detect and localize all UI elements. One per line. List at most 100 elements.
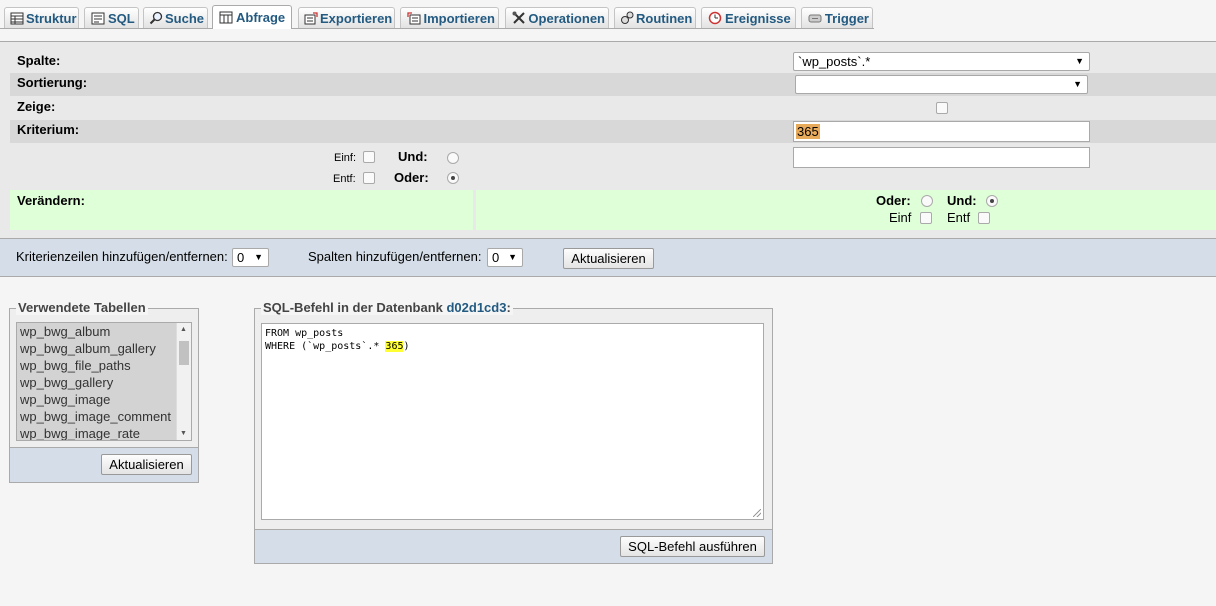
einf-checkbox[interactable] bbox=[363, 151, 375, 163]
tab-importieren[interactable]: Importieren bbox=[400, 7, 499, 28]
tab-label: SQL bbox=[108, 10, 135, 26]
spalte-select-value: `wp_posts`.* bbox=[798, 54, 871, 69]
sql-highlighted-value: 365 bbox=[385, 341, 404, 352]
list-item[interactable]: wp_bwg_image_rate bbox=[17, 425, 191, 440]
tab-routinen[interactable]: Routinen bbox=[614, 7, 696, 28]
tab-ereignisse[interactable]: Ereignisse bbox=[701, 7, 796, 28]
oder-radio[interactable] bbox=[447, 172, 459, 184]
spalte-select[interactable]: `wp_posts`.* ▼ bbox=[793, 52, 1090, 71]
list-item[interactable]: wp_bwg_image bbox=[17, 391, 191, 408]
columns-value: 0 bbox=[492, 250, 500, 265]
used-tables-footer: Aktualisieren bbox=[10, 447, 198, 482]
list-item[interactable]: wp_bwg_image_comment bbox=[17, 408, 191, 425]
resize-grip-icon[interactable] bbox=[753, 509, 761, 517]
criteria-rows-label: Kriterienzeilen hinzufügen/entfernen: bbox=[16, 249, 228, 264]
kriterium-input[interactable]: 365 bbox=[793, 121, 1090, 142]
col-entf-checkbox[interactable] bbox=[978, 212, 990, 224]
spalte-label: Spalte: bbox=[17, 53, 61, 68]
query-by-example-form: Spalte: `wp_posts`.* ▼ Sortierung: ▼ Zei… bbox=[0, 41, 1216, 277]
kriterium-label: Kriterium: bbox=[17, 122, 80, 137]
spalte-row: Spalte: `wp_posts`.* ▼ bbox=[10, 50, 1216, 73]
sql-line-prefix: WHERE (`wp_posts`.* bbox=[265, 341, 386, 352]
chevron-down-icon: ▼ bbox=[1075, 56, 1084, 66]
tab-label: Exportieren bbox=[320, 10, 393, 26]
tab-exportieren[interactable]: Exportieren bbox=[298, 7, 395, 28]
query-form-footer: Kriterienzeilen hinzufügen/entfernen: 0 … bbox=[0, 238, 1216, 276]
database-link[interactable]: d02d1cd3 bbox=[446, 300, 506, 315]
tab-suche[interactable]: Suche bbox=[143, 7, 208, 28]
import-icon bbox=[406, 11, 421, 25]
und-label: Und: bbox=[398, 149, 428, 164]
list-item[interactable]: wp_bwg_album bbox=[17, 323, 191, 340]
export-icon bbox=[304, 11, 318, 25]
trigger-icon bbox=[807, 11, 823, 25]
criteria-rows-select[interactable]: 0 ▼ bbox=[232, 248, 269, 267]
kriterium-second-input[interactable] bbox=[793, 147, 1090, 168]
veraendern-row: Verändern: Oder: Und: Einf Entf bbox=[10, 190, 1216, 230]
columns-select[interactable]: 0 ▼ bbox=[487, 248, 523, 267]
execute-sql-button[interactable]: SQL-Befehl ausführen bbox=[620, 536, 765, 557]
entf-checkbox[interactable] bbox=[363, 172, 375, 184]
tab-label: Struktur bbox=[26, 10, 77, 26]
chevron-down-icon: ▼ bbox=[508, 252, 517, 262]
col-oder-radio[interactable] bbox=[921, 195, 933, 207]
kriterium-row: Kriterium: 365 bbox=[10, 120, 1216, 143]
col-einf-checkbox[interactable] bbox=[920, 212, 932, 224]
tab-trigger[interactable]: Trigger bbox=[801, 7, 873, 28]
tools-icon bbox=[511, 11, 526, 25]
search-icon bbox=[149, 11, 163, 25]
clock-icon bbox=[707, 11, 723, 25]
und-radio[interactable] bbox=[447, 152, 459, 164]
sortierung-label: Sortierung: bbox=[17, 75, 88, 90]
routines-icon bbox=[620, 11, 634, 25]
list-item[interactable]: wp_bwg_gallery bbox=[17, 374, 191, 391]
used-tables-fieldset: Verwendete Tabellen wp_bwg_album wp_bwg_… bbox=[9, 300, 199, 483]
col-einf-label: Einf bbox=[889, 210, 912, 225]
list-scrollbar[interactable]: ▲ ▼ bbox=[176, 323, 191, 440]
tab-label: Routinen bbox=[636, 10, 693, 26]
sortierung-row: Sortierung: ▼ bbox=[10, 73, 1216, 96]
tab-label: Operationen bbox=[528, 10, 605, 26]
tab-label: Importieren bbox=[423, 10, 495, 26]
list-item[interactable]: wp_bwg_file_paths bbox=[17, 357, 191, 374]
sql-icon bbox=[90, 11, 106, 25]
used-tables-legend: Verwendete Tabellen bbox=[16, 300, 148, 315]
sql-command-legend: SQL-Befehl in der Datenbank d02d1cd3: bbox=[261, 300, 513, 315]
structure-icon bbox=[10, 11, 24, 25]
tab-label: Abfrage bbox=[236, 10, 286, 25]
scroll-down-icon[interactable]: ▼ bbox=[180, 430, 187, 437]
chevron-down-icon: ▼ bbox=[1073, 79, 1082, 89]
used-tables-list[interactable]: wp_bwg_album wp_bwg_album_gallery wp_bwg… bbox=[16, 322, 192, 441]
sql-line-suffix: ) bbox=[403, 341, 410, 352]
scroll-up-icon[interactable]: ▲ bbox=[180, 326, 187, 333]
tab-abfrage[interactable]: Abfrage bbox=[212, 5, 292, 29]
kriterium-input-value: 365 bbox=[796, 124, 820, 139]
col-und-label: Und: bbox=[947, 193, 977, 208]
tab-label: Suche bbox=[165, 10, 205, 26]
tab-label: Trigger bbox=[824, 10, 869, 26]
sql-command-fieldset: SQL-Befehl in der Datenbank d02d1cd3: FR… bbox=[254, 300, 773, 564]
tab-struktur[interactable]: Struktur bbox=[4, 7, 79, 28]
scrollbar-thumb[interactable] bbox=[179, 341, 189, 365]
columns-label: Spalten hinzufügen/entfernen: bbox=[308, 249, 482, 264]
tab-operationen[interactable]: Operationen bbox=[505, 7, 609, 28]
col-und-radio[interactable] bbox=[986, 195, 998, 207]
sql-command-footer: SQL-Befehl ausführen bbox=[255, 529, 772, 563]
tab-bar: Struktur SQL Suche Abfrage Exportieren I… bbox=[0, 5, 874, 29]
entf-label: Entf: bbox=[333, 173, 356, 185]
sql-line: WHERE (`wp_posts`.* 365) bbox=[265, 340, 760, 353]
chevron-down-icon: ▼ bbox=[254, 252, 263, 262]
update-button[interactable]: Aktualisieren bbox=[563, 248, 654, 269]
list-item[interactable]: wp_bwg_album_gallery bbox=[17, 340, 191, 357]
sortierung-select[interactable]: ▼ bbox=[795, 75, 1088, 94]
zeige-label: Zeige: bbox=[17, 99, 56, 114]
tab-label: Ereignisse bbox=[725, 10, 791, 26]
tab-sql[interactable]: SQL bbox=[84, 7, 139, 28]
sql-line: FROM wp_posts bbox=[265, 328, 344, 339]
criteria-rows-value: 0 bbox=[237, 250, 245, 265]
oder-label: Oder: bbox=[394, 170, 429, 185]
sql-query-textarea[interactable]: FROM wp_posts WHERE (`wp_posts`.* 365) bbox=[261, 323, 764, 520]
query-icon bbox=[218, 11, 234, 25]
zeige-checkbox[interactable] bbox=[936, 102, 948, 114]
tables-update-button[interactable]: Aktualisieren bbox=[101, 454, 192, 475]
